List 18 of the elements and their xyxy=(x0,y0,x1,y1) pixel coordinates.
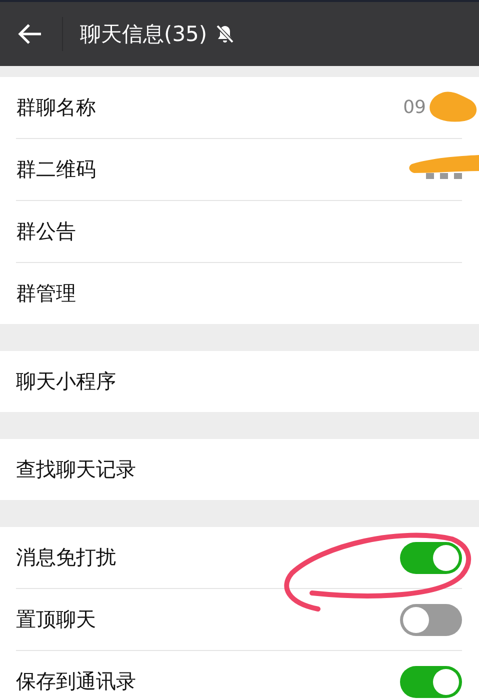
redaction-scribble xyxy=(430,92,477,122)
setting-label[interactable]: 群聊名称 xyxy=(16,94,96,121)
setting-label[interactable]: 消息免打扰 xyxy=(16,544,116,571)
toggle-switch[interactable] xyxy=(400,666,462,698)
setting-label[interactable]: 查找聊天记录 xyxy=(16,456,136,483)
setting-label[interactable]: 置顶聊天 xyxy=(16,606,96,633)
setting-label[interactable]: 群管理 xyxy=(16,280,76,307)
redaction-scribble xyxy=(409,155,479,173)
back-arrow-icon[interactable] xyxy=(17,23,43,45)
group-name-value: 09 xyxy=(403,97,426,118)
toggle-switch[interactable] xyxy=(400,542,462,574)
toggle-switch[interactable] xyxy=(400,604,462,636)
setting-label[interactable]: 群公告 xyxy=(16,218,76,245)
setting-label[interactable]: 群二维码 xyxy=(16,156,96,183)
setting-label[interactable]: 保存到通讯录 xyxy=(16,668,136,695)
qr-code-icon xyxy=(426,170,462,180)
window-title: 聊天信息(35) xyxy=(80,21,208,48)
setting-label[interactable]: 聊天小程序 xyxy=(16,368,116,395)
